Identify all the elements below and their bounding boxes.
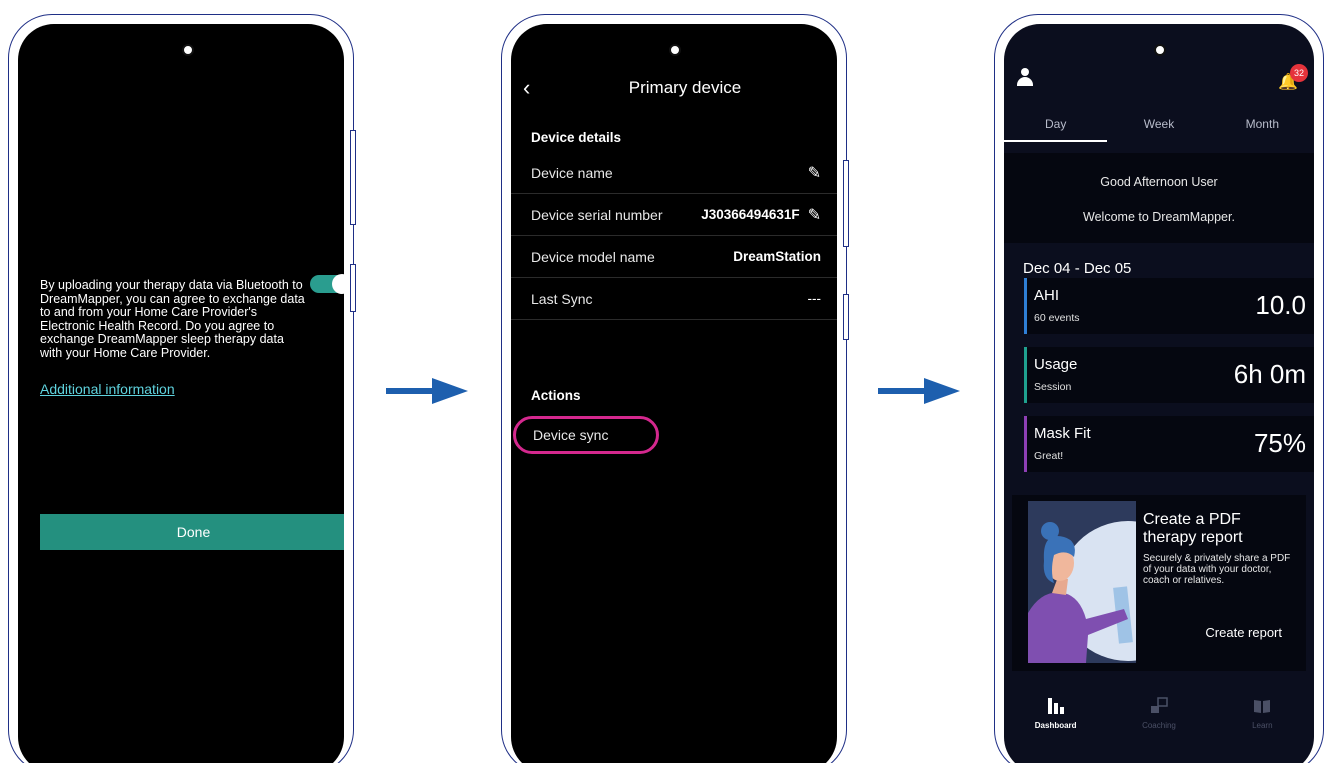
metric-value: 6h 0m — [1233, 359, 1306, 389]
device-screen: ‹ Primary device Device details Device n… — [511, 24, 837, 763]
period-tabs: Day Week Month — [1004, 112, 1314, 142]
metric-accent-bar — [1024, 416, 1027, 472]
bottom-nav: Dashboard Coaching Learn — [1004, 694, 1314, 750]
consent-screen: By uploading your therapy data via Bluet… — [18, 24, 344, 763]
nav-label: Learn — [1252, 721, 1273, 730]
camera-icon — [182, 44, 194, 56]
nav-dashboard[interactable]: Dashboard — [1004, 694, 1107, 750]
row-label: Device serial number — [531, 206, 663, 223]
greeting-text: Good Afternoon User — [1100, 175, 1218, 189]
consent-toggle[interactable] — [310, 274, 344, 294]
row-label: Device model name — [531, 248, 655, 265]
done-button[interactable]: Done — [40, 514, 344, 550]
pdf-card-description: Securely & privately share a PDF of your… — [1143, 553, 1291, 586]
create-report-link[interactable]: Create report — [1205, 625, 1282, 640]
row-label: Last Sync — [531, 290, 593, 307]
metric-name: AHI — [1034, 287, 1060, 304]
nav-learn[interactable]: Learn — [1211, 694, 1314, 750]
toggle-knob — [332, 274, 344, 294]
phone-side-button — [350, 264, 356, 312]
device-details-header: Device details — [531, 130, 622, 145]
metric-name: Mask Fit — [1034, 425, 1091, 442]
phone-side-button — [843, 294, 849, 340]
consent-text: By uploading your therapy data via Bluet… — [40, 278, 305, 360]
metric-sub: Session — [1034, 381, 1072, 393]
actions-header: Actions — [531, 388, 581, 403]
tab-day[interactable]: Day — [1004, 112, 1108, 142]
metric-accent-bar — [1024, 347, 1027, 403]
tab-week[interactable]: Week — [1107, 112, 1210, 142]
metric-sub: 60 events — [1034, 312, 1080, 324]
metric-card-ahi[interactable]: AHI 60 events 10.0 — [1024, 278, 1314, 334]
metric-accent-bar — [1024, 278, 1027, 334]
pencil-icon[interactable]: ✎ — [808, 205, 821, 225]
row-value: --- — [807, 291, 822, 306]
chat-icon — [1149, 694, 1169, 718]
dashboard-screen: 🔔 32 Day Week Month Good Afternoon User … — [1004, 24, 1314, 763]
metric-sub: Great! — [1034, 450, 1064, 462]
camera-icon — [1154, 44, 1166, 56]
phone-dashboard: 🔔 32 Day Week Month Good Afternoon User … — [994, 14, 1324, 763]
device-serial-row[interactable]: Device serial number J30366494631F ✎ — [511, 194, 837, 236]
phone-side-button — [843, 160, 849, 247]
welcome-text: Welcome to DreamMapper. — [1083, 210, 1235, 224]
row-value: J30366494631F — [701, 207, 800, 222]
metric-value: 75% — [1253, 428, 1306, 458]
date-range: Dec 04 - Dec 05 — [1023, 260, 1132, 277]
nav-label: Dashboard — [1034, 721, 1077, 730]
phone-device: ‹ Primary device Device details Device n… — [501, 14, 847, 763]
device-model-row: Device model name DreamStation — [511, 236, 837, 278]
device-sync-button[interactable]: Device sync — [513, 416, 659, 454]
camera-icon — [669, 44, 681, 56]
greeting-card: Good Afternoon User Welcome to DreamMapp… — [1004, 153, 1314, 243]
arrow-icon — [386, 378, 468, 404]
pdf-card-title: Create a PDF therapy report — [1143, 511, 1243, 546]
metric-name: Usage — [1034, 356, 1078, 373]
metric-value: 10.0 — [1255, 290, 1306, 320]
last-sync-row: Last Sync --- — [511, 278, 837, 320]
tab-month[interactable]: Month — [1211, 112, 1314, 142]
notification-badge: 32 — [1290, 64, 1308, 82]
bar-chart-icon — [1046, 694, 1066, 718]
additional-info-link[interactable]: Additional information — [40, 381, 175, 397]
phone-side-button — [350, 130, 356, 225]
pencil-icon[interactable]: ✎ — [808, 163, 821, 183]
arrow-icon — [878, 378, 960, 404]
metric-card-mask-fit[interactable]: Mask Fit Great! 75% — [1024, 416, 1314, 472]
user-icon[interactable] — [1017, 68, 1033, 86]
page-title: Primary device — [628, 78, 742, 97]
pdf-report-card: Create a PDF therapy report Securely & p… — [1012, 495, 1306, 671]
nav-label: Coaching — [1142, 721, 1176, 730]
woman-illustration — [1028, 501, 1136, 663]
nav-coaching[interactable]: Coaching — [1107, 694, 1210, 750]
row-label: Device name — [531, 164, 613, 181]
book-icon — [1252, 694, 1272, 718]
row-value: DreamStation — [733, 249, 821, 264]
phone-consent: By uploading your therapy data via Bluet… — [8, 14, 354, 763]
metric-card-usage[interactable]: Usage Session 6h 0m — [1024, 347, 1314, 403]
device-name-row[interactable]: Device name ✎ — [511, 152, 837, 194]
